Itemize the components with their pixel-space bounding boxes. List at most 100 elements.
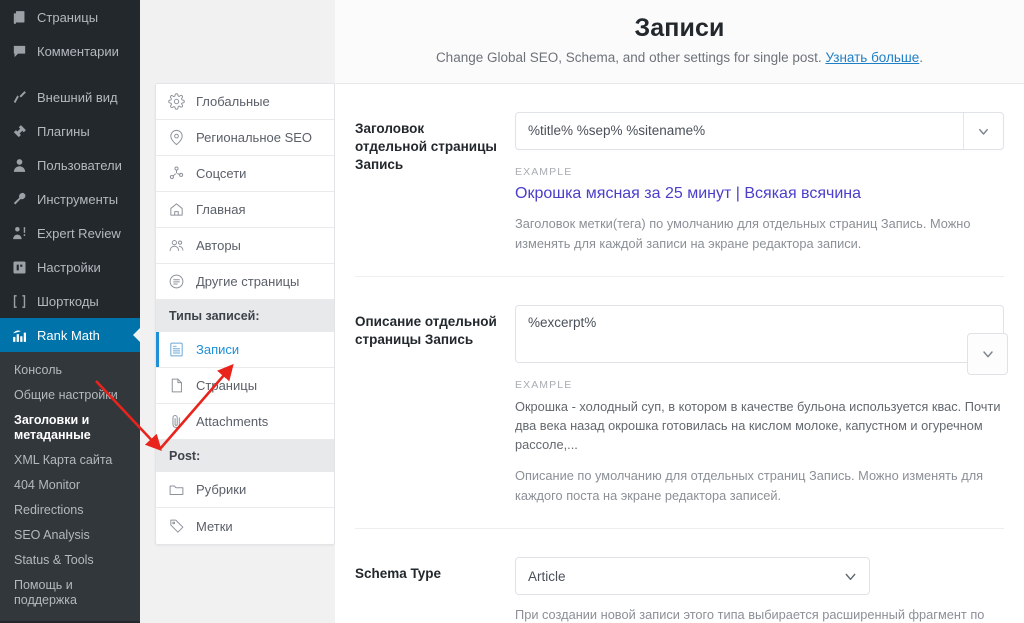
wp-menu-item-3[interactable]: Плагины bbox=[0, 114, 140, 148]
rank-math-submenu-item-3[interactable]: XML Карта сайта bbox=[0, 448, 140, 473]
wp-menu-item-7[interactable]: Настройки bbox=[0, 250, 140, 284]
tab-2[interactable]: Соцсети bbox=[156, 156, 334, 192]
appearance-icon bbox=[10, 88, 28, 106]
tab-group-heading-10: Post: bbox=[156, 440, 334, 472]
location-pin-icon bbox=[168, 129, 185, 146]
settings-icon bbox=[10, 258, 28, 276]
tab-label: Глобальные bbox=[196, 94, 270, 109]
tab-11[interactable]: Рубрики bbox=[156, 472, 334, 508]
users-icon bbox=[10, 156, 28, 174]
tab-8[interactable]: Страницы bbox=[156, 368, 334, 404]
tab-label: Post: bbox=[169, 448, 201, 463]
tab-5[interactable]: Другие страницы bbox=[156, 264, 334, 300]
rank-math-submenu-item-5[interactable]: Redirections bbox=[0, 498, 140, 523]
example-serp-description: Окрошка - холодный суп, в котором в каче… bbox=[515, 399, 1001, 452]
share-nodes-icon bbox=[168, 165, 185, 182]
gear-icon bbox=[168, 93, 185, 110]
rank-math-submenu-item-8[interactable]: Помощь и поддержка bbox=[0, 573, 140, 613]
wp-menu-item-label: Инструменты bbox=[37, 191, 119, 207]
learn-more-link[interactable]: Узнать больше bbox=[825, 50, 919, 65]
wp-menu-item-label: Настройки bbox=[37, 259, 101, 275]
wp-menu-item-label: Страницы bbox=[37, 9, 99, 25]
wp-menu-item-label: Rank Math bbox=[37, 327, 100, 343]
single-post-title-input[interactable]: %title% %sep% %sitename% bbox=[516, 113, 963, 149]
chevron-down-icon[interactable] bbox=[963, 113, 1003, 149]
tab-7[interactable]: Записи bbox=[156, 332, 334, 368]
schema-type-value: Article bbox=[528, 568, 566, 584]
folder-icon bbox=[168, 481, 185, 498]
list-circle-icon bbox=[168, 273, 185, 290]
tab-1[interactable]: Региональное SEO bbox=[156, 120, 334, 156]
example-serp-title: Окрошка мясная за 25 минут | Всякая всяч… bbox=[515, 185, 862, 202]
page-title: Записи bbox=[634, 14, 725, 42]
rank-math-submenu-item-6[interactable]: SEO Analysis bbox=[0, 523, 140, 548]
tab-label: Рубрики bbox=[196, 482, 247, 497]
rank-math-submenu-item-0[interactable]: Консоль bbox=[0, 358, 140, 383]
attachment-icon bbox=[168, 413, 185, 430]
single-post-description-textarea-wrap[interactable]: %excerpt% bbox=[515, 305, 1008, 375]
tab-label: Страницы bbox=[196, 378, 258, 393]
tools-icon bbox=[10, 190, 28, 208]
shortcodes-icon bbox=[10, 292, 28, 310]
example-label-title: EXAMPLE bbox=[515, 166, 573, 178]
schema-type-select[interactable]: Article bbox=[515, 557, 870, 595]
page-subtitle-text: Change Global SEO, Schema, and other set… bbox=[435, 50, 822, 65]
tag-icon bbox=[168, 518, 185, 535]
page-subtitle-period: . bbox=[919, 50, 924, 65]
tab-group-heading-6: Типы записей: bbox=[156, 300, 334, 332]
wp-admin-sidebar: Страницы Комментарии Внешний вид Плагины Пол… bbox=[0, 0, 140, 623]
comments-icon bbox=[10, 42, 28, 60]
tab-label: Другие страницы bbox=[196, 274, 300, 289]
settings-form: Заголовок отдельной страницы Запись %tit… bbox=[335, 84, 1024, 623]
wp-menu-item-rank-math[interactable]: Rank Math bbox=[0, 318, 140, 352]
tab-label: Соцсети bbox=[196, 166, 247, 181]
expert-review-icon bbox=[10, 224, 28, 242]
wp-menu-item-1[interactable]: Комментарии bbox=[0, 34, 140, 68]
page-subtitle: Change Global SEO, Schema, and other set… bbox=[355, 50, 1004, 65]
wp-menu-item-label: Внешний вид bbox=[37, 89, 118, 105]
wp-menu-item-label: Шорткоды bbox=[37, 293, 99, 309]
rank-math-submenu-item-1[interactable]: Общие настройки bbox=[0, 383, 140, 408]
settings-tab-list: Глобальные Региональное SEO Соцсети Главная… bbox=[155, 83, 335, 545]
tab-label: Записи bbox=[196, 342, 240, 357]
tab-label: Метки bbox=[196, 518, 233, 534]
chevron-down-icon[interactable] bbox=[967, 333, 1008, 375]
settings-tab-panel: Глобальные Региональное SEO Соцсети Главная… bbox=[155, 83, 335, 545]
field-row-single-post-title: Заголовок отдельной страницы Запись %tit… bbox=[355, 84, 1004, 277]
wp-menu-item-label: Expert Review bbox=[37, 225, 121, 241]
wp-menu-top: Страницы Комментарии Внешний вид Плагины Пол… bbox=[0, 0, 140, 318]
tab-label: Региональное SEO bbox=[196, 130, 313, 145]
wp-menu-item-5[interactable]: Инструменты bbox=[0, 182, 140, 216]
post-icon bbox=[168, 341, 185, 358]
field-label-schema-type: Schema Type bbox=[355, 566, 442, 581]
single-post-title-input-wrap[interactable]: %title% %sep% %sitename% bbox=[515, 112, 1004, 150]
field-help-single-post-description: Описание по умолчанию для отдельных стра… bbox=[515, 468, 984, 503]
single-post-description-textarea[interactable]: %excerpt% bbox=[516, 306, 1003, 330]
wp-menu-active-holder: Rank Math bbox=[0, 318, 140, 352]
main-content: Записи Change Global SEO, Schema, and ot… bbox=[335, 0, 1024, 623]
tab-3[interactable]: Главная bbox=[156, 192, 334, 228]
wp-menu-item-label: Комментарии bbox=[37, 43, 119, 59]
chevron-down-icon[interactable] bbox=[831, 568, 869, 585]
tab-label: Авторы bbox=[196, 238, 241, 253]
tab-0[interactable]: Глобальные bbox=[156, 84, 334, 120]
wp-menu-item-2[interactable]: Внешний вид bbox=[0, 80, 140, 114]
tab-12[interactable]: Метки bbox=[156, 508, 334, 544]
rank-math-submenu-item-7[interactable]: Status & Tools bbox=[0, 548, 140, 573]
home-icon bbox=[168, 201, 185, 218]
rank-math-submenu-item-4[interactable]: 404 Monitor bbox=[0, 473, 140, 498]
rank-math-submenu-item-2[interactable]: Заголовки и метаданные bbox=[0, 408, 140, 448]
wp-menu-item-8[interactable]: Шорткоды bbox=[0, 284, 140, 318]
wp-menu-item-0[interactable]: Страницы bbox=[0, 0, 140, 34]
example-label-description: EXAMPLE bbox=[515, 379, 573, 391]
field-help-single-post-title: Заголовок метки(тега) по умолчанию для о… bbox=[515, 216, 971, 251]
tab-9[interactable]: Attachments bbox=[156, 404, 334, 440]
tab-label: Главная bbox=[196, 202, 246, 217]
field-row-single-post-description: Описание отдельной страницы Запись %exce… bbox=[355, 277, 1008, 529]
rank-math-submenu: Консоль Общие настройки Заголовки и метада… bbox=[0, 352, 140, 621]
field-row-schema-type: Schema Type Article При создании новой з… bbox=[355, 529, 1004, 623]
wp-menu-item-6[interactable]: Expert Review bbox=[0, 216, 140, 250]
wp-menu-item-4[interactable]: Пользователи bbox=[0, 148, 140, 182]
tab-4[interactable]: Авторы bbox=[156, 228, 334, 264]
pages-icon bbox=[10, 8, 28, 26]
